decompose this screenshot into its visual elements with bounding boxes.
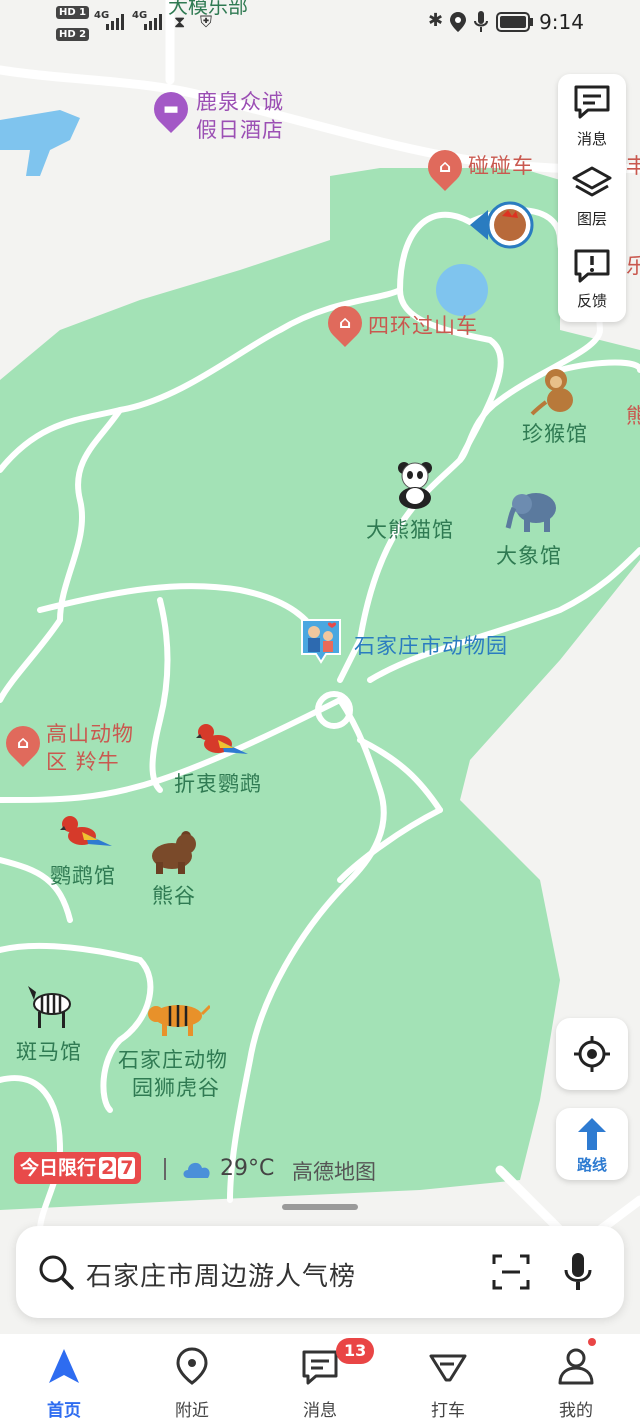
location-icon: [450, 12, 466, 32]
ring-coaster-label[interactable]: 四环过山车: [368, 310, 478, 340]
bluetooth-icon: ✱: [428, 10, 444, 31]
feedback-button-label: 反馈: [576, 292, 607, 310]
map-canvas[interactable]: [0, 0, 640, 1422]
signal-icon-2: [144, 14, 162, 30]
alpine-label-2[interactable]: 区 羚牛: [46, 746, 120, 776]
parrot-icon: [196, 724, 248, 754]
route-button[interactable]: 路线: [556, 1108, 628, 1180]
divider: [164, 1158, 166, 1180]
layers-button-label: 图层: [576, 210, 607, 228]
top-cut-label: 大模乐部: [168, 0, 248, 18]
route-arrow-icon: [578, 1118, 606, 1150]
mic-status-icon: [474, 11, 488, 32]
hotel-label-2[interactable]: 假日酒店: [196, 114, 284, 144]
status-bar: HD 1 HD 2 4G 4G ⧗ ⛨ 大模乐部 ✱ 9:14: [0, 0, 640, 48]
parrot-house-icon: [60, 816, 112, 846]
tab-nearby[interactable]: 附近: [128, 1334, 256, 1422]
scan-icon[interactable]: [492, 1254, 530, 1290]
hd1-indicator: HD 1: [56, 6, 90, 19]
parrot-small-label[interactable]: 折衷鹦鹉: [174, 768, 262, 798]
rooster-marker-icon[interactable]: [470, 200, 536, 250]
message-count-badge: 13: [336, 1338, 375, 1364]
navigation-arrow-icon: [49, 1349, 79, 1383]
elephant-house-label[interactable]: 大象馆: [496, 540, 562, 570]
taxi-icon: [429, 1354, 467, 1382]
zebra-house-label[interactable]: 斑马馆: [16, 1036, 82, 1066]
bumper-car-label[interactable]: 碰碰车: [468, 150, 534, 180]
zoo-name-label[interactable]: 石家庄市动物园: [354, 630, 508, 660]
person-icon: [558, 1348, 594, 1385]
bottom-tab-bar: 首页 附近 消息 13 打车 我的: [0, 1334, 640, 1422]
tiger-valley-label-1[interactable]: 石家庄动物: [118, 1044, 228, 1074]
brand-logo: 高德地图: [292, 1160, 376, 1184]
tab-mine-label: 我的: [559, 1401, 593, 1421]
cloud-icon: [183, 1162, 210, 1178]
battery-icon: [496, 12, 533, 32]
layers-button[interactable]: 图层: [558, 156, 626, 236]
crosshair-icon: [574, 1036, 610, 1072]
panda-house-label[interactable]: 大熊猫馆: [366, 514, 454, 544]
zebra-icon: [28, 986, 71, 1028]
restriction-number-1: 2: [99, 1157, 117, 1179]
feedback-icon: [574, 249, 610, 283]
microphone-icon[interactable]: [564, 1252, 592, 1292]
locate-me-button[interactable]: [556, 1018, 628, 1090]
tiger-valley-label-2[interactable]: 园狮虎谷: [132, 1072, 220, 1102]
monkey-house-label[interactable]: 珍猴馆: [522, 418, 588, 448]
hd2-indicator: HD 2: [56, 28, 90, 41]
tab-home[interactable]: 首页: [0, 1334, 128, 1422]
route-button-label: 路线: [576, 1156, 607, 1174]
tab-home-label: 首页: [47, 1401, 81, 1421]
alpine-label-1[interactable]: 高山动物: [46, 718, 134, 748]
search-icon: [39, 1255, 74, 1290]
edge-label-3: 熊: [626, 404, 640, 428]
clock: 9:14: [539, 10, 584, 34]
tab-taxi-label: 打车: [431, 1401, 465, 1421]
hotel-label-1[interactable]: 鹿泉众诚: [196, 86, 284, 116]
temperature: 29°C: [220, 1156, 275, 1181]
tab-messages-label: 消息: [303, 1401, 337, 1421]
signal-icon: [106, 14, 124, 30]
search-placeholder[interactable]: 石家庄市周边游人气榜: [86, 1256, 356, 1293]
restriction-number-2: 7: [118, 1157, 136, 1179]
edge-label-1: 丰: [626, 154, 640, 178]
monkey-icon: [530, 369, 573, 416]
parrot-house-label[interactable]: 鹦鹉馆: [50, 860, 116, 890]
zoo-marker-icon[interactable]: [298, 616, 344, 666]
drag-handle[interactable]: [282, 1204, 358, 1210]
message-icon: [302, 1350, 338, 1385]
message-button-label: 消息: [576, 130, 607, 148]
message-icon: [574, 85, 610, 119]
feedback-button[interactable]: 反馈: [558, 238, 626, 318]
bear-valley-label[interactable]: 熊谷: [152, 880, 196, 910]
tab-mine[interactable]: 我的: [512, 1334, 640, 1422]
traffic-restriction-badge[interactable]: 今日限行 2 7: [14, 1152, 142, 1184]
message-button[interactable]: 消息: [558, 74, 626, 154]
layers-icon: [572, 166, 612, 197]
edge-label-2: 乐: [626, 254, 640, 278]
bear-icon: [152, 831, 196, 874]
map-tools-panel: 消息 图层 反馈: [558, 74, 626, 322]
tab-taxi[interactable]: 打车: [384, 1334, 512, 1422]
pond: [436, 264, 488, 316]
tiger-icon: [148, 1004, 210, 1036]
location-pin-icon: [176, 1347, 208, 1385]
panda-icon: [398, 462, 432, 509]
restriction-label: 今日限行: [20, 1157, 97, 1179]
tab-nearby-label: 附近: [175, 1401, 209, 1421]
elephant-icon: [505, 493, 556, 532]
search-bar[interactable]: 石家庄市周边游人气榜: [16, 1226, 624, 1318]
notification-dot: [588, 1338, 596, 1346]
